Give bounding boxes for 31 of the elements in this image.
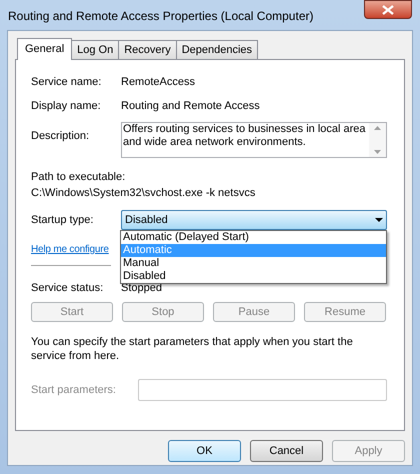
- field-label: Startup type:: [31, 212, 94, 228]
- help-link[interactable]: Help me configure: [31, 244, 109, 255]
- field-value: RemoteAccess: [121, 74, 195, 90]
- dialog-button[interactable]: OK: [168, 440, 241, 462]
- field-label: Service status:: [31, 280, 104, 296]
- path-value: C:\Windows\System32\svchost.exe -k netsvcs: [31, 186, 256, 201]
- field-value: Routing and Remote Access: [121, 98, 260, 114]
- tab[interactable]: Recovery: [118, 40, 177, 59]
- close-icon: [382, 4, 394, 14]
- field-label: Service name:: [31, 74, 102, 90]
- scroll-down-icon: [374, 150, 381, 154]
- tab[interactable]: Dependencies: [176, 40, 258, 59]
- tab[interactable]: General: [17, 38, 72, 60]
- caret-icon: [375, 218, 383, 222]
- scroll-up-icon: [374, 126, 381, 130]
- description-box[interactable]: Offers routing services to businesses in local area and wide area network environments.: [121, 122, 387, 158]
- field-label: Description:: [31, 129, 90, 144]
- start-parameters-note: You can specify the start parameters that apply when you start the service from here.: [31, 335, 354, 363]
- service-status-value: Stopped: [121, 280, 162, 296]
- dropdown-option[interactable]: Manual: [121, 257, 386, 270]
- tab[interactable]: Log On: [71, 40, 120, 59]
- field-label: Start parameters:: [31, 382, 117, 398]
- field-label: Display name:: [31, 98, 102, 114]
- scrollbar[interactable]: [369, 123, 386, 157]
- path-label: Path to executable:: [31, 170, 126, 185]
- dropdown-option[interactable]: Automatic (Delayed Start): [121, 231, 386, 244]
- dropdown-option[interactable]: Disabled: [121, 270, 386, 283]
- close-button[interactable]: [364, 0, 412, 19]
- startup-type-dropdown[interactable]: Disabled: [121, 210, 387, 230]
- window-title: Routing and Remote Access Properties (Local Computer): [7, 8, 314, 25]
- dialog-button[interactable]: Cancel: [250, 440, 323, 462]
